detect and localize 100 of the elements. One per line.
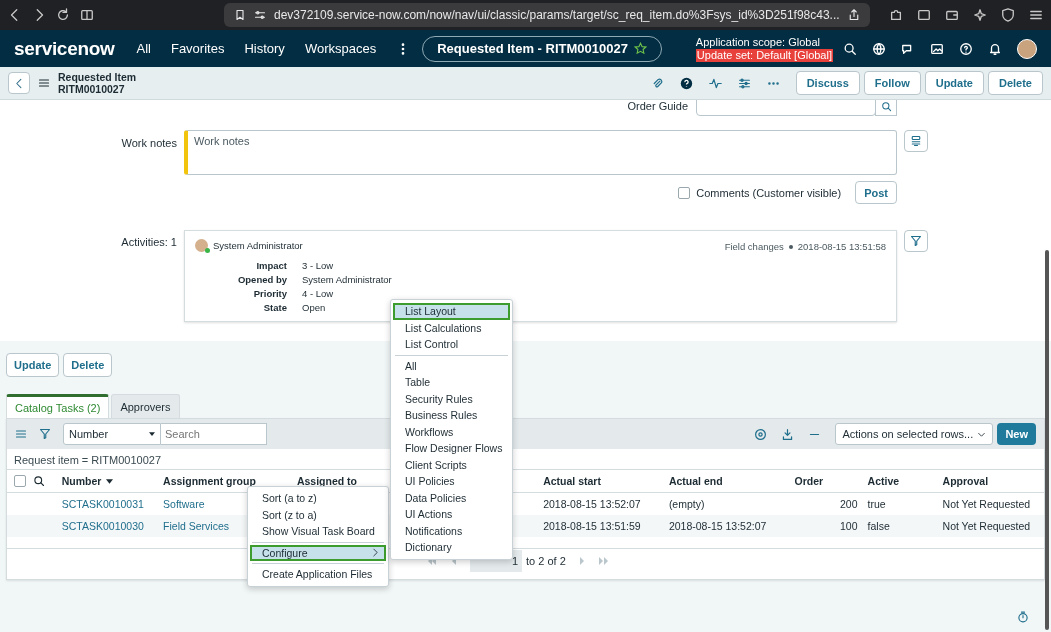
page-range: to 2 of 2 bbox=[526, 555, 566, 567]
form-button[interactable]: Update bbox=[6, 353, 60, 377]
post-button[interactable]: Post bbox=[855, 181, 897, 204]
column-header[interactable]: Active bbox=[867, 475, 900, 487]
form-button[interactable]: Delete bbox=[63, 353, 113, 377]
menu-item[interactable]: Business Rules bbox=[393, 407, 510, 424]
menu-icon[interactable] bbox=[38, 77, 50, 89]
menu-item[interactable]: Client Scripts bbox=[393, 456, 510, 473]
filter-icon[interactable] bbox=[39, 428, 51, 440]
table-cell: 2018-08-15 13:52:07 bbox=[668, 520, 767, 532]
tab[interactable]: Catalog Tasks (2) bbox=[6, 394, 110, 418]
menu-item[interactable]: Create Application Files bbox=[250, 566, 386, 583]
menu-item[interactable]: Workflows bbox=[393, 423, 510, 440]
header-button[interactable]: Update bbox=[924, 71, 984, 95]
new-button[interactable]: New bbox=[997, 423, 1036, 445]
menu-item[interactable]: List Control bbox=[393, 336, 510, 353]
menu-item[interactable]: List Calculations bbox=[393, 319, 510, 336]
sparkle-icon bbox=[973, 8, 987, 22]
bell-icon[interactable] bbox=[988, 41, 1002, 56]
column-header[interactable]: Number bbox=[61, 475, 102, 487]
filter-button[interactable] bbox=[904, 230, 928, 252]
tab[interactable]: Approvers bbox=[111, 394, 180, 418]
record-number: RITM0010027 bbox=[58, 83, 126, 95]
actions-select[interactable]: Actions on selected rows... bbox=[835, 423, 994, 445]
puzzle-icon bbox=[889, 8, 903, 22]
search-field[interactable]: Search bbox=[161, 423, 267, 445]
activity-time: 2018-08-15 13:51:58 bbox=[797, 241, 886, 252]
column-header[interactable]: Approval bbox=[942, 475, 989, 487]
filter-breadcrumb[interactable]: Request item = RITM0010027 bbox=[14, 451, 162, 469]
menu-icon bbox=[1029, 8, 1043, 22]
update-set-label[interactable]: Update set: Default [Global] bbox=[695, 48, 833, 62]
caret-icon bbox=[149, 432, 155, 436]
menu-item[interactable]: Flow Designer Flows bbox=[393, 440, 510, 457]
image-icon[interactable] bbox=[930, 41, 944, 56]
column-header[interactable]: Assignment group bbox=[163, 475, 256, 487]
nav-menu-item[interactable]: Favorites bbox=[170, 41, 225, 56]
change-value: 4 - Low bbox=[302, 288, 335, 299]
submenu-item[interactable]: Configure bbox=[250, 544, 386, 561]
task-number-link[interactable]: SCTASK0010031 bbox=[61, 498, 144, 510]
menu-item[interactable]: All bbox=[393, 357, 510, 374]
menu-item[interactable]: Data Policies bbox=[393, 489, 510, 506]
header-button[interactable]: Discuss bbox=[795, 71, 860, 95]
change-label: State bbox=[262, 302, 287, 313]
column-header[interactable]: Order bbox=[794, 475, 824, 487]
select-all-checkbox[interactable] bbox=[14, 475, 26, 487]
assignment-group-link[interactable]: Software bbox=[163, 498, 205, 510]
activity-type: Field changes bbox=[724, 241, 784, 252]
change-label: Impact bbox=[255, 260, 287, 271]
logo[interactable]: servicenow bbox=[14, 37, 115, 60]
help-icon[interactable] bbox=[959, 41, 973, 56]
order-guide-field[interactable] bbox=[696, 100, 876, 116]
application-scope: Application scope: Global bbox=[695, 35, 821, 49]
checkbox[interactable] bbox=[678, 186, 691, 199]
nav-menu-item[interactable]: Workspaces bbox=[304, 41, 377, 56]
nav-menu-item[interactable]: History bbox=[244, 41, 285, 56]
scrollbar[interactable] bbox=[1045, 250, 1049, 630]
record-type: Requested Item bbox=[58, 71, 137, 83]
column-header[interactable]: Actual end bbox=[668, 475, 723, 487]
download-icon[interactable] bbox=[781, 427, 795, 441]
lookup-button[interactable] bbox=[875, 100, 897, 116]
column-header[interactable]: Actual start bbox=[543, 475, 601, 487]
nav-menu-item[interactable]: All bbox=[136, 41, 151, 56]
help-icon[interactable] bbox=[679, 76, 693, 90]
search-icon[interactable] bbox=[33, 475, 46, 487]
field-label: Activities: 1 bbox=[120, 235, 177, 248]
menu-item[interactable]: Table bbox=[393, 374, 510, 391]
stopwatch-icon[interactable] bbox=[1017, 611, 1029, 623]
table-cell: Not Yet Requested bbox=[942, 520, 1031, 532]
menu-item[interactable]: Security Rules bbox=[393, 390, 510, 407]
settings-icon[interactable] bbox=[754, 427, 768, 441]
menu-item[interactable]: Sort (z to a) bbox=[250, 506, 386, 523]
menu-item[interactable]: Show Visual Task Board bbox=[250, 523, 386, 540]
activity-icon[interactable] bbox=[708, 76, 722, 90]
search-column-select[interactable]: Number bbox=[63, 423, 161, 445]
menu-item[interactable]: Sort (a to z) bbox=[250, 490, 386, 507]
menu-item[interactable]: List Layout bbox=[393, 303, 510, 320]
table-cell: false bbox=[867, 520, 890, 532]
activity-user: System Administrator bbox=[213, 240, 303, 251]
table-cell: (empty) bbox=[668, 498, 705, 510]
menu-item[interactable]: Notifications bbox=[393, 522, 510, 539]
chevron-right-icon bbox=[371, 548, 380, 558]
assignment-group-link[interactable]: Field Services bbox=[163, 520, 230, 532]
address-bar[interactable]: dev372109.service-now.com/now/nav/ui/classic/params/target/sc_req_item.do%3Fsys_id%3D251f98c43... bbox=[224, 3, 870, 27]
change-value: System Administrator bbox=[302, 274, 392, 285]
header-button[interactable]: Delete bbox=[987, 71, 1043, 95]
globe-icon[interactable] bbox=[872, 41, 886, 56]
header-button[interactable]: Follow bbox=[863, 71, 921, 95]
search-icon[interactable] bbox=[843, 41, 857, 56]
column-header[interactable]: Assigned to bbox=[296, 475, 357, 487]
site-settings-icon bbox=[254, 9, 266, 21]
work-notes-field[interactable]: Work notes bbox=[184, 130, 897, 175]
table-cell: 100 bbox=[840, 520, 858, 532]
filter-icon bbox=[910, 235, 922, 247]
user-avatar[interactable] bbox=[1017, 38, 1037, 59]
template-button[interactable] bbox=[904, 130, 928, 152]
sliders-icon[interactable] bbox=[737, 76, 751, 90]
field-label: Work notes bbox=[120, 136, 177, 149]
menu-item[interactable]: UI Policies bbox=[393, 473, 510, 490]
menu-item[interactable]: UI Actions bbox=[393, 506, 510, 523]
table-cell: 2018-08-15 13:52:07 bbox=[543, 498, 641, 510]
